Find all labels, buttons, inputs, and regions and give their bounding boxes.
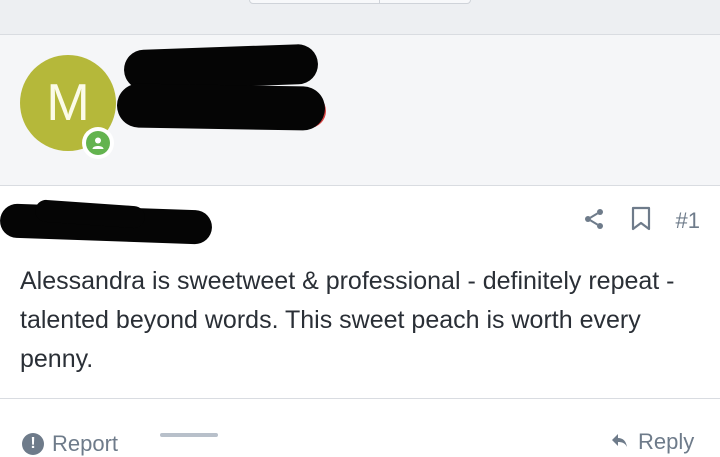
post-number-link[interactable]: #1: [676, 208, 700, 234]
footer-secondary-link[interactable]: [160, 433, 218, 437]
button-divider: [379, 0, 380, 3]
report-label: Report: [52, 431, 119, 456]
post-meta-bar: #1: [0, 186, 720, 246]
redacted-user-title: [116, 83, 326, 131]
online-status-badge: [82, 127, 114, 159]
user-online-icon: [86, 131, 110, 155]
post-author-block: M: [0, 35, 720, 186]
reply-button[interactable]: Reply: [610, 429, 694, 455]
reply-label: Reply: [638, 429, 695, 454]
post-body-text: Alessandra is sweetweet & professional -…: [20, 267, 675, 373]
report-button[interactable]: ! Report: [22, 431, 118, 457]
top-toolbar: [0, 0, 720, 35]
avatar-letter: M: [46, 74, 90, 132]
bookmark-icon[interactable]: [630, 206, 652, 237]
share-icon[interactable]: [582, 207, 606, 236]
top-button-group[interactable]: [249, 0, 471, 4]
post-actions: #1: [582, 206, 700, 237]
post-footer: ! Report Reply: [0, 398, 720, 456]
report-icon: !: [22, 433, 44, 455]
reply-icon: [610, 429, 628, 455]
